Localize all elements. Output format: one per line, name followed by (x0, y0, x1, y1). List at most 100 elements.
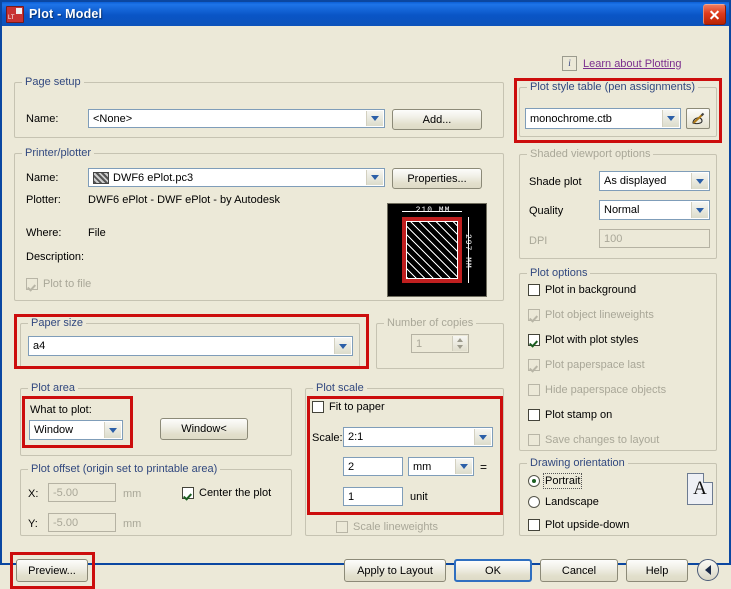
paper-size-label: Paper size (28, 317, 86, 329)
stepper-down-icon (453, 344, 467, 352)
scale-label: Scale: (312, 432, 343, 444)
paper-preview-thumbnail: 210 MM 297 MM (387, 203, 487, 297)
plot-to-file-label: Plot to file (43, 278, 92, 290)
number-of-copies-label: Number of copies (384, 317, 477, 329)
plot-option-plot-stamp-on[interactable]: Plot stamp on (528, 409, 612, 421)
preview-paper-sheet (402, 217, 462, 283)
checkbox-box (528, 384, 540, 396)
plot-options-label: Plot options (527, 267, 591, 279)
learn-about-plotting-link[interactable]: Learn about Plotting (583, 58, 681, 70)
plot-option-plot-object-lineweights: Plot object lineweights (528, 309, 654, 321)
fit-to-paper-checkbox[interactable]: Fit to paper (312, 401, 385, 413)
scale-denominator-input[interactable]: 1 (343, 487, 403, 506)
plotter-label: Plotter: (26, 194, 61, 206)
plot-style-table-combo[interactable]: monochrome.ctb (525, 108, 681, 129)
ok-button[interactable]: OK (454, 559, 532, 582)
chevron-down-icon[interactable] (474, 429, 491, 445)
shade-plot-combo[interactable]: As displayed (599, 171, 710, 191)
quality-value: Normal (604, 204, 640, 216)
center-the-plot-label: Center the plot (199, 487, 272, 499)
what-to-plot-combo[interactable]: Window (29, 420, 123, 440)
shade-plot-label: Shade plot (529, 176, 582, 188)
where-value: File (88, 227, 106, 239)
printer-name-label: Name: (26, 172, 59, 184)
orientation-landscape-radio[interactable]: Landscape (528, 496, 599, 508)
plot-option-label: Plot in background (545, 284, 637, 296)
plot-option-label: Plot stamp on (545, 409, 613, 421)
quality-combo[interactable]: Normal (599, 200, 710, 220)
fit-to-paper-label: Fit to paper (329, 401, 385, 413)
plot-option-save-changes-to-layout: Save changes to layout (528, 434, 659, 446)
radio-box (528, 496, 540, 508)
plot-option-label: Hide paperspace objects (545, 384, 667, 396)
scale-numerator-input[interactable]: 2 (343, 457, 403, 476)
copies-stepper (452, 336, 467, 351)
printer-name-value: DWF6 ePlot.pc3 (113, 171, 194, 184)
checkbox-box (528, 519, 540, 531)
close-icon[interactable] (703, 4, 726, 25)
page-setup-name-combo[interactable]: <None> (88, 109, 385, 128)
orientation-portrait-label: Portrait (542, 473, 583, 489)
what-to-plot-label: What to plot: (30, 404, 92, 416)
paper-size-combo[interactable]: a4 (28, 336, 353, 356)
orientation-portrait-radio[interactable]: Portrait (528, 473, 583, 489)
center-the-plot-checkbox[interactable]: Center the plot (182, 487, 271, 499)
checkbox-box (528, 409, 540, 421)
plot-offset-label: Plot offset (origin set to printable are… (28, 463, 221, 475)
dialog-body: i Learn about Plotting Page setup Name: … (2, 26, 729, 589)
preview-dim-line-right (468, 217, 469, 283)
scale-combo[interactable]: 2:1 (343, 427, 493, 447)
scale-lineweights-label: Scale lineweights (353, 521, 438, 533)
page-setup-name-value: <None> (93, 112, 133, 125)
dpi-input: 100 (599, 229, 710, 248)
plot-option-plot-in-background[interactable]: Plot in background (528, 284, 636, 296)
scale-lineweights-checkbox: Scale lineweights (336, 521, 438, 533)
chevron-down-icon[interactable] (104, 422, 121, 438)
pen-edit-icon (692, 112, 705, 124)
orientation-page-glyph: A (693, 478, 707, 499)
chevron-left-icon[interactable] (697, 559, 719, 581)
plot-option-label: Save changes to layout (545, 434, 660, 446)
ok-button-label: OK (485, 564, 501, 577)
dpi-value: 100 (604, 232, 623, 245)
scale-value: 2:1 (348, 431, 364, 443)
apply-to-layout-button[interactable]: Apply to Layout (344, 559, 446, 582)
preview-button[interactable]: Preview... (16, 559, 88, 582)
apply-button-label: Apply to Layout (357, 564, 433, 577)
offset-y-units: mm (123, 518, 142, 530)
scale-equals-sign: = (480, 460, 488, 474)
scale-units-combo[interactable]: mm (408, 457, 474, 476)
help-button[interactable]: Help (626, 559, 688, 582)
help-link-row: i Learn about Plotting (562, 56, 681, 71)
chevron-down-icon[interactable] (366, 170, 383, 185)
help-button-label: Help (645, 564, 669, 577)
page-setup-label: Page setup (22, 76, 84, 88)
chevron-down-icon[interactable] (366, 111, 383, 126)
plot-option-label: Plot paperspace last (545, 359, 645, 371)
add-page-setup-button[interactable]: Add... (392, 109, 482, 130)
printer-name-combo[interactable]: DWF6 ePlot.pc3 (88, 168, 385, 187)
chevron-down-icon[interactable] (455, 459, 472, 474)
cancel-button[interactable]: Cancel (540, 559, 618, 582)
chevron-down-icon[interactable] (691, 173, 708, 189)
plot-upside-down-checkbox[interactable]: Plot upside-down (528, 519, 629, 531)
chevron-down-icon[interactable] (334, 338, 351, 354)
window-select-button[interactable]: Window< (160, 418, 248, 440)
plot-option-plot-with-plot-styles[interactable]: Plot with plot styles (528, 334, 639, 346)
chevron-down-icon[interactable] (691, 202, 708, 218)
offset-x-units: mm (123, 488, 142, 500)
radio-box (528, 475, 540, 487)
preview-dim-line-top (402, 211, 462, 212)
chevron-down-icon[interactable] (662, 110, 679, 127)
scale-unit-label: unit (410, 491, 428, 503)
shaded-viewport-label: Shaded viewport options (527, 148, 654, 160)
window-button-label: Window< (181, 423, 227, 435)
edit-plot-style-table-button[interactable] (686, 108, 710, 129)
offset-y-label: Y: (28, 518, 38, 530)
scale-units-value: mm (413, 460, 432, 473)
printer-properties-button[interactable]: Properties... (392, 168, 482, 189)
offset-x-value: -5.00 (53, 486, 79, 499)
shade-plot-value: As displayed (604, 175, 667, 187)
checkbox-box (528, 359, 540, 371)
offset-y-input: -5.00 (48, 513, 116, 532)
